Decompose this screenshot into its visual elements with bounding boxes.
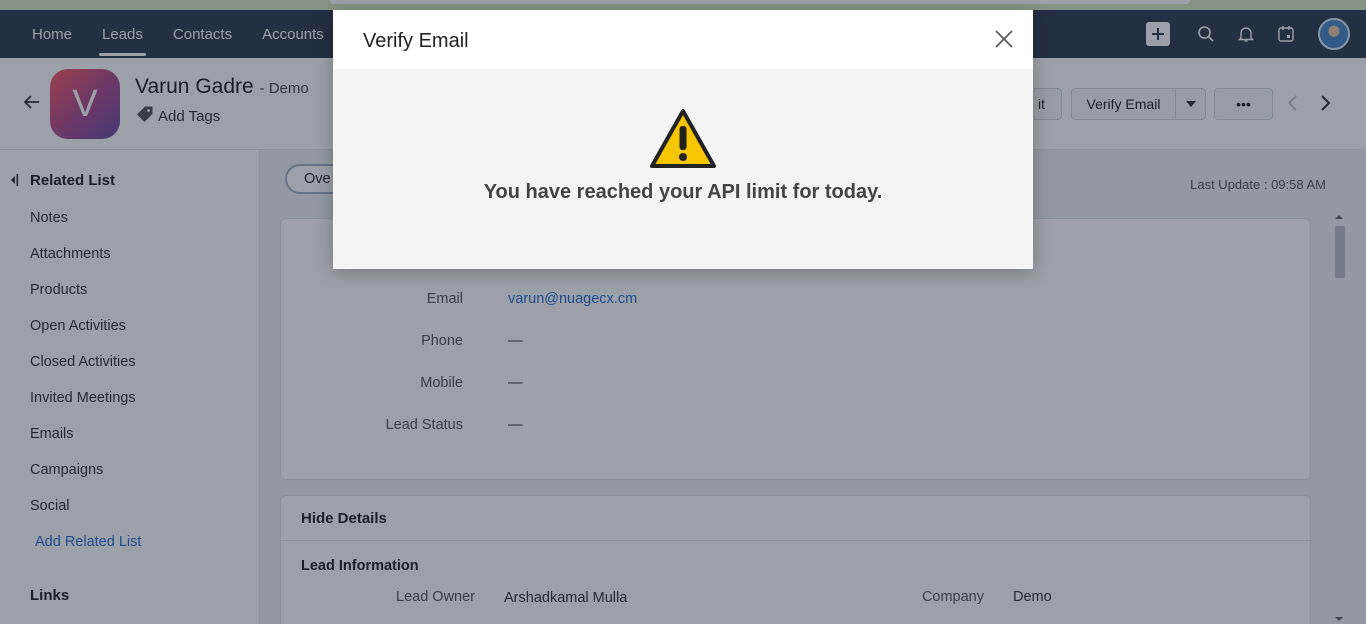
warning-icon bbox=[649, 108, 717, 175]
dialog-header: Verify Email bbox=[333, 10, 1033, 69]
dialog-title: Verify Email bbox=[363, 30, 469, 52]
verify-email-dialog: Verify Email You have reached your API l… bbox=[333, 10, 1033, 269]
api-limit-message: You have reached your API limit for toda… bbox=[483, 181, 883, 203]
close-icon[interactable] bbox=[993, 28, 1015, 50]
